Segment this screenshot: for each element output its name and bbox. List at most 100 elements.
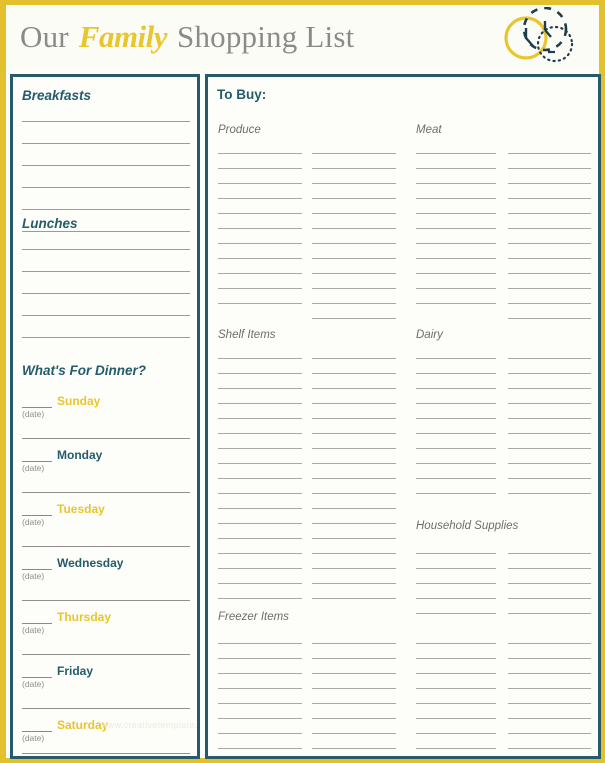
buy-line[interactable] (416, 703, 496, 704)
buy-line[interactable] (416, 463, 496, 464)
buy-line[interactable] (416, 733, 496, 734)
buy-line[interactable] (416, 643, 496, 644)
buy-line[interactable] (312, 183, 396, 184)
buy-line[interactable] (218, 403, 302, 404)
buy-line[interactable] (416, 243, 496, 244)
buy-line[interactable] (416, 658, 496, 659)
buy-line[interactable] (218, 168, 302, 169)
buy-line[interactable] (416, 153, 496, 154)
buy-line[interactable] (218, 598, 302, 599)
buy-line[interactable] (218, 373, 302, 374)
buy-line[interactable] (218, 538, 302, 539)
buy-line[interactable] (508, 583, 591, 584)
buy-line[interactable] (416, 168, 496, 169)
buy-line[interactable] (312, 688, 396, 689)
buy-line[interactable] (218, 463, 302, 464)
dinner-entry-line[interactable] (22, 600, 190, 601)
buy-line[interactable] (312, 538, 396, 539)
dinner-date-blank[interactable] (22, 623, 52, 624)
buy-line[interactable] (312, 598, 396, 599)
buy-line[interactable] (218, 288, 302, 289)
dinner-entry-line[interactable] (22, 753, 190, 754)
buy-line[interactable] (508, 733, 591, 734)
buy-line[interactable] (312, 478, 396, 479)
lunch-line[interactable] (22, 249, 190, 250)
lunch-line[interactable] (22, 337, 190, 338)
buy-line[interactable] (312, 448, 396, 449)
buy-line[interactable] (508, 403, 591, 404)
buy-line[interactable] (218, 688, 302, 689)
dinner-entry-line[interactable] (22, 708, 190, 709)
buy-line[interactable] (508, 288, 591, 289)
buy-line[interactable] (218, 418, 302, 419)
buy-line[interactable] (508, 448, 591, 449)
buy-line[interactable] (312, 673, 396, 674)
buy-line[interactable] (508, 153, 591, 154)
buy-line[interactable] (312, 463, 396, 464)
buy-line[interactable] (508, 643, 591, 644)
buy-line[interactable] (312, 168, 396, 169)
buy-line[interactable] (218, 243, 302, 244)
buy-line[interactable] (218, 358, 302, 359)
buy-line[interactable] (218, 568, 302, 569)
dinner-date-blank[interactable] (22, 569, 52, 570)
buy-line[interactable] (312, 583, 396, 584)
buy-line[interactable] (508, 198, 591, 199)
buy-line[interactable] (218, 213, 302, 214)
dinner-entry-line[interactable] (22, 492, 190, 493)
buy-line[interactable] (218, 508, 302, 509)
buy-line[interactable] (312, 213, 396, 214)
buy-line[interactable] (416, 478, 496, 479)
buy-line[interactable] (416, 258, 496, 259)
buy-line[interactable] (416, 198, 496, 199)
buy-line[interactable] (218, 198, 302, 199)
breakfast-line[interactable] (22, 187, 190, 188)
buy-line[interactable] (218, 448, 302, 449)
buy-line[interactable] (312, 258, 396, 259)
buy-line[interactable] (508, 388, 591, 389)
buy-line[interactable] (218, 523, 302, 524)
buy-line[interactable] (508, 493, 591, 494)
buy-line[interactable] (508, 213, 591, 214)
buy-line[interactable] (218, 733, 302, 734)
breakfast-line[interactable] (22, 209, 190, 210)
buy-line[interactable] (416, 228, 496, 229)
breakfast-line[interactable] (22, 121, 190, 122)
buy-line[interactable] (312, 703, 396, 704)
lunch-line[interactable] (22, 293, 190, 294)
buy-line[interactable] (508, 703, 591, 704)
buy-line[interactable] (218, 433, 302, 434)
buy-line[interactable] (508, 673, 591, 674)
dinner-date-blank[interactable] (22, 407, 52, 408)
buy-line[interactable] (508, 258, 591, 259)
buy-line[interactable] (416, 718, 496, 719)
buy-line[interactable] (416, 583, 496, 584)
buy-line[interactable] (312, 643, 396, 644)
buy-line[interactable] (508, 228, 591, 229)
dinner-date-blank[interactable] (22, 515, 52, 516)
buy-line[interactable] (508, 418, 591, 419)
buy-line[interactable] (218, 478, 302, 479)
buy-line[interactable] (508, 598, 591, 599)
buy-line[interactable] (218, 643, 302, 644)
buy-line[interactable] (218, 703, 302, 704)
buy-line[interactable] (312, 433, 396, 434)
buy-line[interactable] (312, 523, 396, 524)
buy-line[interactable] (508, 168, 591, 169)
lunch-line[interactable] (22, 271, 190, 272)
buy-line[interactable] (312, 553, 396, 554)
buy-line[interactable] (416, 388, 496, 389)
buy-line[interactable] (416, 373, 496, 374)
buy-line[interactable] (312, 358, 396, 359)
dinner-entry-line[interactable] (22, 654, 190, 655)
buy-line[interactable] (508, 658, 591, 659)
buy-line[interactable] (218, 583, 302, 584)
buy-line[interactable] (218, 673, 302, 674)
buy-line[interactable] (416, 673, 496, 674)
buy-line[interactable] (312, 748, 396, 749)
buy-line[interactable] (416, 553, 496, 554)
buy-line[interactable] (416, 433, 496, 434)
buy-line[interactable] (508, 688, 591, 689)
buy-line[interactable] (508, 613, 591, 614)
buy-line[interactable] (312, 493, 396, 494)
